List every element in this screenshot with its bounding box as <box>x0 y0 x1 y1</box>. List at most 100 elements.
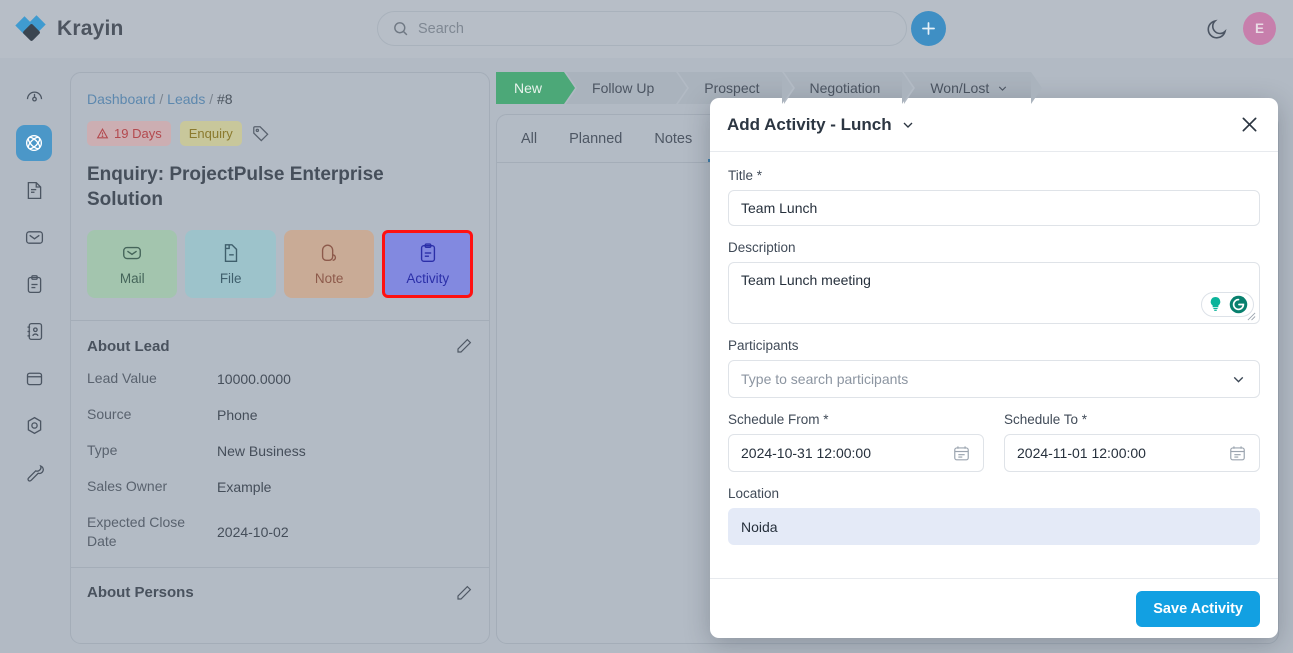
close-icon[interactable] <box>1239 114 1260 135</box>
lightbulb-icon[interactable] <box>1206 295 1225 314</box>
theme-toggle-button[interactable] <box>1205 17 1229 41</box>
schedule-to-label: Schedule To * <box>1004 412 1088 427</box>
participants-select[interactable]: Type to search participants <box>728 360 1260 398</box>
description-field-label: Description <box>728 240 796 255</box>
tab-label: Notes <box>654 130 693 147</box>
top-bar: Krayin Search E <box>0 0 1293 58</box>
chevron-down-icon <box>996 82 1009 95</box>
grammarly-logo-icon[interactable] <box>1228 294 1249 315</box>
modal-body: Title * Team Lunch Description Team Lunc… <box>710 152 1278 578</box>
title-input-value: Team Lunch <box>741 200 818 216</box>
breadcrumb-current: #8 <box>217 91 233 107</box>
participants-placeholder: Type to search participants <box>741 371 909 387</box>
plus-icon <box>919 19 938 38</box>
detail-key: Sales Owner <box>87 477 168 494</box>
brand-name: Krayin <box>57 17 124 40</box>
hexagon-icon <box>24 415 45 436</box>
schedule-from-label: Schedule From * <box>728 412 829 427</box>
action-card-activity-label: Activity <box>406 271 450 287</box>
calendar-icon[interactable] <box>1228 444 1247 463</box>
description-textarea[interactable]: Team Lunch meeting <box>728 262 1260 324</box>
sidebar-item-contacts[interactable] <box>16 313 52 349</box>
detail-row: Source Phone <box>87 405 473 425</box>
file-icon <box>220 242 242 264</box>
status-badge-days: 19 Days <box>87 121 171 146</box>
sidebar-item-dashboard[interactable] <box>16 78 52 114</box>
wrench-icon <box>24 462 45 483</box>
add-button[interactable] <box>911 11 946 46</box>
action-card-file[interactable]: File <box>185 230 276 299</box>
calendar-icon[interactable] <box>952 444 971 463</box>
sidebar-item-products[interactable] <box>16 360 52 396</box>
contacts-icon <box>24 321 45 342</box>
edit-about-lead-icon[interactable] <box>455 337 473 355</box>
action-card-mail[interactable]: Mail <box>87 230 178 299</box>
title-field-label: Title * <box>728 168 763 183</box>
sidebar-item-mail[interactable] <box>16 219 52 255</box>
breadcrumb-dashboard[interactable]: Dashboard <box>87 91 156 107</box>
tab-all[interactable]: All <box>505 115 553 162</box>
location-input[interactable]: Noida <box>728 508 1260 545</box>
action-card-note-label: Note <box>314 271 344 287</box>
pipeline-stage-label: Negotiation <box>809 80 881 96</box>
sidebar-item-quotes[interactable] <box>16 172 52 208</box>
modal-title: Add Activity - Lunch <box>727 114 892 134</box>
tab-label: Planned <box>569 130 623 147</box>
sidebar-item-settings[interactable] <box>16 407 52 443</box>
mail-icon <box>121 242 143 264</box>
schedule-from-field-group: Schedule From * 2024-10-31 12:00:00 <box>728 412 984 472</box>
save-activity-label: Save Activity <box>1153 600 1243 617</box>
about-persons-title: About Persons <box>87 584 194 601</box>
avatar[interactable]: E <box>1243 12 1276 45</box>
detail-value: Example <box>217 478 272 495</box>
avatar-initial: E <box>1254 21 1264 36</box>
chevron-down-icon[interactable] <box>900 117 916 133</box>
moon-icon <box>1205 17 1229 41</box>
chevron-down-icon <box>1230 371 1247 388</box>
title-field-group: Title * Team Lunch <box>728 168 1260 226</box>
lead-badges: 19 Days Enquiry <box>87 121 473 146</box>
pipeline-stage-label: New <box>514 80 543 96</box>
action-card-note[interactable]: Note <box>283 230 375 299</box>
schedule-from-input[interactable]: 2024-10-31 12:00:00 <box>728 434 984 472</box>
pipeline-stage-label: Follow Up <box>592 80 655 96</box>
modal-title-group[interactable]: Add Activity - Lunch <box>727 115 916 135</box>
tag-icon[interactable] <box>251 124 270 143</box>
breadcrumb-separator-1: / <box>159 91 164 107</box>
pipeline-stage-follow-up[interactable]: Follow Up <box>566 72 688 104</box>
title-input[interactable]: Team Lunch <box>728 190 1260 226</box>
schedule-to-value: 2024-11-01 12:00:00 <box>1017 445 1146 461</box>
sidebar-item-leads[interactable] <box>16 125 52 161</box>
schedule-to-input[interactable]: 2024-11-01 12:00:00 <box>1004 434 1260 472</box>
page-title: Enquiry: ProjectPulse Enterprise Solutio… <box>87 164 384 211</box>
tab-planned[interactable]: Planned <box>553 115 638 162</box>
add-activity-modal: Add Activity - Lunch Title * Team Lunch <box>710 98 1278 638</box>
save-activity-button[interactable]: Save Activity <box>1136 590 1260 627</box>
box-icon <box>24 368 45 389</box>
search-icon <box>392 20 409 37</box>
action-card-mail-label: Mail <box>119 271 145 287</box>
resize-handle[interactable] <box>1247 312 1256 321</box>
edit-about-persons-icon[interactable] <box>455 584 473 602</box>
sidebar-item-configuration[interactable] <box>16 454 52 490</box>
document-icon <box>24 180 45 201</box>
schedule-from-value: 2024-10-31 12:00:00 <box>741 445 871 461</box>
badge-type-label: Enquiry <box>188 126 233 141</box>
detail-row: Type New Business <box>87 441 473 461</box>
search-input[interactable]: Search <box>377 11 907 46</box>
about-persons-header: About Persons <box>71 568 489 602</box>
pipeline-stage-new[interactable]: New <box>496 72 576 104</box>
location-field-group: Location Noida <box>728 486 1260 545</box>
tab-notes[interactable]: Notes <box>638 115 708 162</box>
breadcrumb-separator-2: / <box>209 91 214 107</box>
modal-footer: Save Activity <box>710 578 1278 638</box>
activity-icon <box>417 242 439 264</box>
about-lead-list: Lead Value 10000.0000 Source Phone Type … <box>71 355 489 550</box>
breadcrumb-leads[interactable]: Leads <box>167 91 205 107</box>
krayin-logo-icon <box>15 15 48 42</box>
action-card-activity[interactable]: Activity <box>382 230 473 299</box>
sidebar-item-activities[interactable] <box>16 266 52 302</box>
brand-logo[interactable]: Krayin <box>15 15 318 42</box>
description-textarea-value: Team Lunch meeting <box>741 272 871 288</box>
detail-value: Phone <box>217 407 258 424</box>
